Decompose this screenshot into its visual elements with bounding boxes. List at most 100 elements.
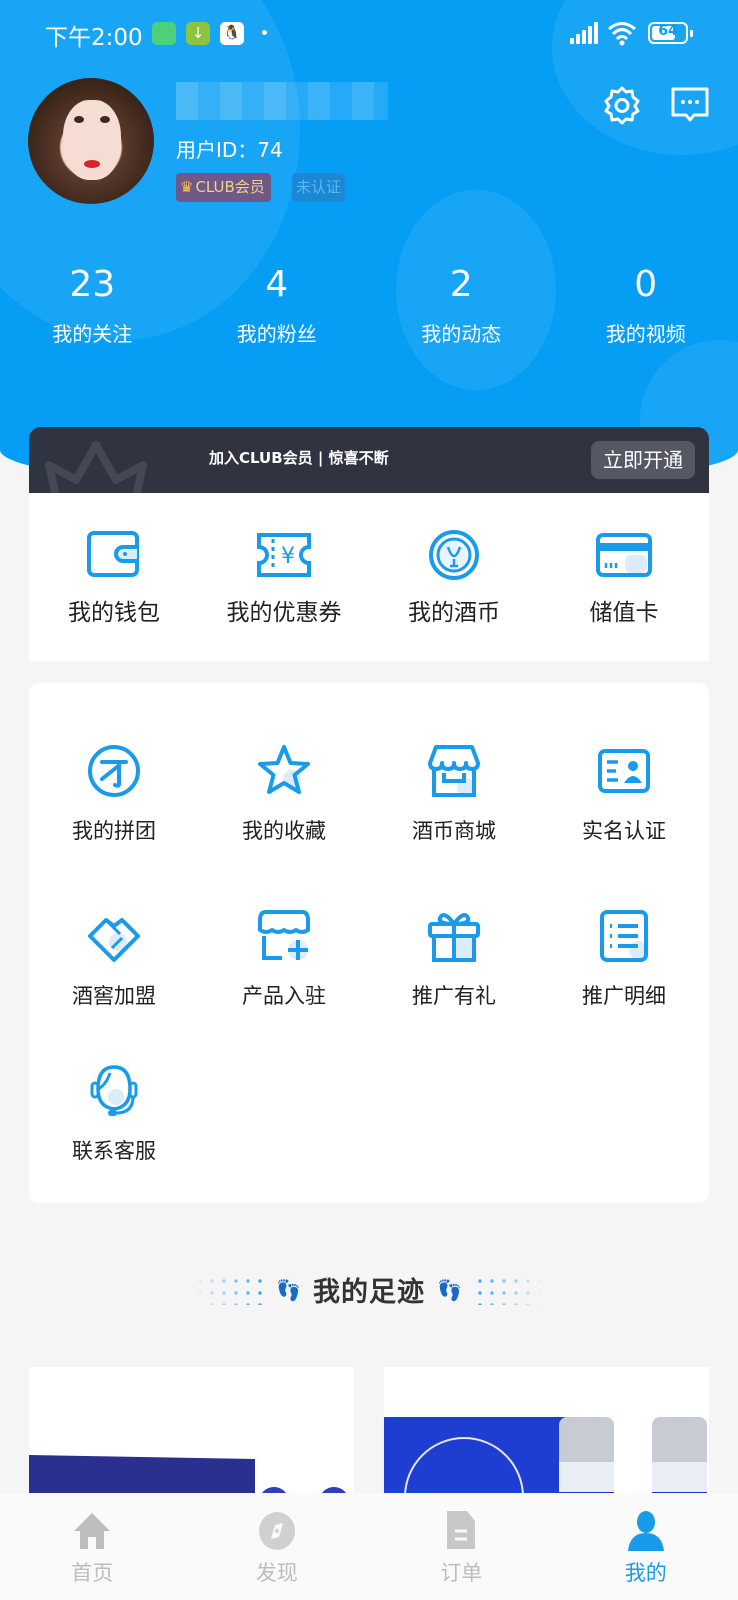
bottom-tab-bar: 首页 发现 订单 我的 xyxy=(0,1493,738,1600)
service-label: 酒窖加盟 xyxy=(72,984,156,1008)
gift-icon xyxy=(428,913,480,962)
service-cellar-franchise[interactable]: 酒窖加盟 xyxy=(29,908,199,1010)
home-icon xyxy=(74,1513,111,1549)
footprint-product-card[interactable] xyxy=(384,1367,709,1507)
tab-label: 订单 xyxy=(440,1561,483,1585)
document-icon xyxy=(447,1511,476,1549)
battery-icon: 64 xyxy=(648,22,693,44)
id-card-icon xyxy=(598,749,650,793)
stat-label: 我的关注 xyxy=(52,322,133,346)
gear-icon[interactable] xyxy=(602,85,642,125)
wifi-icon xyxy=(608,22,636,46)
club-banner[interactable]: 加入CLUB会员 | 惊喜不断 立即开通 xyxy=(29,427,709,497)
headset-icon xyxy=(90,1065,138,1116)
list-icon xyxy=(600,910,648,962)
stat-value: 23 xyxy=(69,264,116,305)
stat-videos[interactable]: 0 我的视频 xyxy=(554,262,738,347)
verify-status-badge[interactable]: 未认证 xyxy=(292,173,346,202)
service-label: 我的拼团 xyxy=(72,819,156,843)
service-referral-details[interactable]: 推广明细 xyxy=(539,908,709,1010)
stat-value: 4 xyxy=(265,264,289,305)
android-icon xyxy=(152,22,176,45)
wallet-section: 我的钱包 ¥ 我的优惠券 我的酒币 储值卡 xyxy=(29,493,709,661)
club-banner-text: 加入CLUB会员 | 惊喜不断 xyxy=(209,449,389,467)
footprint-icon: 👣 xyxy=(276,1277,301,1302)
stats-row: 23 我的关注 4 我的粉丝 2 我的动态 0 我的视频 xyxy=(0,262,738,347)
profile-page: 下午2:00 ↓ 🐧 64 用户ID：74 ♛ CLUB会员 未认证 23 我的… xyxy=(0,0,738,1600)
wallet-item-label: 我的优惠券 xyxy=(226,600,342,626)
stat-following[interactable]: 23 我的关注 xyxy=(0,262,185,347)
store-icon xyxy=(428,745,480,797)
card-icon xyxy=(596,533,652,577)
user-id: 用户ID：74 xyxy=(176,138,283,162)
stat-fans[interactable]: 4 我的粉丝 xyxy=(185,262,370,347)
status-bar: 下午2:00 ↓ 🐧 64 xyxy=(0,0,738,68)
download-icon: ↓ xyxy=(186,22,210,45)
tab-label: 首页 xyxy=(71,1561,114,1585)
service-label: 实名认证 xyxy=(582,819,666,843)
svg-text:¥: ¥ xyxy=(281,544,295,569)
profile-header: 下午2:00 ↓ 🐧 64 用户ID：74 ♛ CLUB会员 未认证 23 我的… xyxy=(0,0,738,490)
wallet-item-coin[interactable]: 我的酒币 xyxy=(369,493,539,661)
wallet-icon xyxy=(87,531,139,577)
signal-icon xyxy=(570,22,598,44)
wallet-item-label: 我的酒币 xyxy=(408,600,500,626)
stat-label: 我的粉丝 xyxy=(236,322,317,346)
compass-icon xyxy=(258,1512,295,1550)
service-product-listing[interactable]: 产品入驻 xyxy=(199,908,369,1010)
tab-home[interactable]: 首页 xyxy=(0,1493,185,1600)
wallet-item-coupon[interactable]: ¥ 我的优惠券 xyxy=(199,493,369,661)
service-real-name-auth[interactable]: 实名认证 xyxy=(539,743,709,845)
wallet-item-label: 储值卡 xyxy=(589,600,659,626)
wallet-item-label: 我的钱包 xyxy=(68,600,160,626)
battery-level: 64 xyxy=(658,23,678,39)
star-icon xyxy=(258,745,310,794)
wallet-item-stored-card[interactable]: 储值卡 xyxy=(539,493,709,661)
handshake-icon xyxy=(88,918,140,962)
service-customer-support[interactable]: 联系客服 xyxy=(29,1063,199,1165)
stat-label: 我的动态 xyxy=(421,322,502,346)
status-time: 下午2:00 xyxy=(45,25,143,51)
coupon-icon: ¥ xyxy=(257,533,311,577)
qq-icon: 🐧 xyxy=(220,22,244,45)
crown-icon xyxy=(45,441,147,497)
more-notifications-icon xyxy=(262,30,267,35)
club-badge-label: CLUB会员 xyxy=(195,178,265,196)
tab-label: 我的 xyxy=(624,1561,667,1585)
decor-dots xyxy=(473,1274,544,1305)
decor-dots xyxy=(194,1274,265,1305)
stat-label: 我的视频 xyxy=(605,322,686,346)
message-icon[interactable] xyxy=(670,85,710,125)
tab-discover[interactable]: 发现 xyxy=(185,1493,370,1600)
crown-icon: ♛ xyxy=(180,178,194,196)
footprint-title: 我的足迹 xyxy=(313,1277,425,1308)
username-blurred xyxy=(176,82,388,120)
service-label: 我的收藏 xyxy=(242,819,326,843)
store-add-icon xyxy=(258,910,310,960)
service-coin-mall[interactable]: 酒币商城 xyxy=(369,743,539,845)
service-label: 联系客服 xyxy=(72,1139,156,1163)
stat-value: 0 xyxy=(634,264,658,305)
service-label: 推广有礼 xyxy=(412,984,496,1008)
club-member-badge[interactable]: ♛ CLUB会员 xyxy=(176,173,271,202)
services-section: 我的拼团 我的收藏 酒币商城 实名认证 酒窖加盟 产品入驻 推广有礼 推广明细 … xyxy=(29,683,709,1203)
tab-orders[interactable]: 订单 xyxy=(369,1493,554,1600)
stat-posts[interactable]: 2 我的动态 xyxy=(369,262,554,347)
stat-value: 2 xyxy=(449,264,473,305)
wallet-item-wallet[interactable]: 我的钱包 xyxy=(29,493,199,661)
avatar[interactable] xyxy=(28,78,154,204)
footprint-icon: 👣 xyxy=(437,1277,462,1302)
service-favorites[interactable]: 我的收藏 xyxy=(199,743,369,845)
footprint-product-card[interactable] xyxy=(29,1367,354,1507)
service-group-buy[interactable]: 我的拼团 xyxy=(29,743,199,845)
group-buy-icon xyxy=(88,745,140,797)
coin-icon xyxy=(429,530,479,580)
user-icon xyxy=(627,1511,664,1551)
service-label: 酒币商城 xyxy=(412,819,496,843)
service-referral-reward[interactable]: 推广有礼 xyxy=(369,908,539,1010)
footprint-header: 👣 我的足迹 👣 xyxy=(0,1270,738,1309)
open-membership-button[interactable]: 立即开通 xyxy=(591,441,695,479)
tab-mine[interactable]: 我的 xyxy=(554,1493,738,1600)
tab-label: 发现 xyxy=(255,1561,298,1585)
service-label: 产品入驻 xyxy=(242,984,326,1008)
